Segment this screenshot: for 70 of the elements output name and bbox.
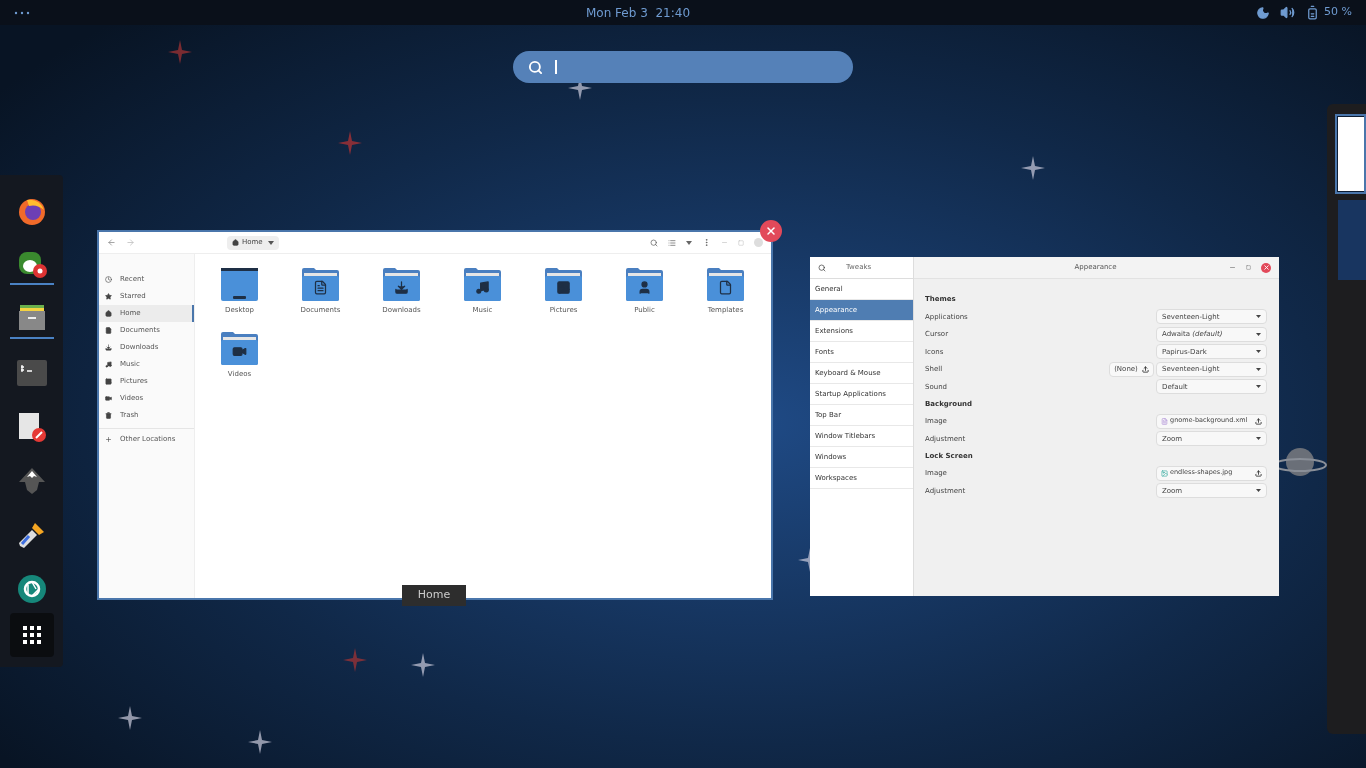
file-icon — [1161, 417, 1168, 425]
search-field[interactable] — [513, 51, 853, 83]
app-grid-icon — [21, 625, 42, 645]
pencil-document-icon — [16, 411, 47, 443]
activities-icon[interactable] — [14, 10, 30, 15]
plus-icon — [105, 436, 112, 443]
image-file-icon — [1161, 469, 1168, 477]
terminal-icon — [16, 360, 47, 386]
glyph-icon — [475, 280, 490, 295]
upload-icon — [1255, 469, 1262, 477]
glyph-icon — [637, 280, 652, 295]
glyph-icon — [556, 280, 571, 295]
upload-icon — [1255, 417, 1262, 425]
list-view-icon[interactable] — [668, 238, 676, 247]
menu-icon[interactable] — [702, 238, 711, 247]
close-icon — [1262, 264, 1270, 271]
download-icon — [105, 344, 112, 351]
star-icon — [343, 648, 367, 672]
trash-icon — [105, 412, 112, 419]
caret-icon — [1256, 315, 1261, 319]
search-icon[interactable] — [818, 263, 826, 272]
star-icon — [118, 706, 142, 730]
upload-icon — [1141, 365, 1149, 373]
battery-percentage[interactable]: 50 % — [1324, 4, 1352, 21]
eyedropper-icon — [16, 520, 47, 550]
caret-icon — [1256, 489, 1261, 493]
caret-icon — [1256, 350, 1261, 354]
star-icon — [411, 653, 435, 677]
image-icon — [105, 378, 112, 385]
caret-icon — [1256, 332, 1261, 336]
caret-icon — [1256, 437, 1261, 441]
file-cabinet-icon — [16, 303, 47, 333]
night-light-icon[interactable] — [1256, 5, 1271, 20]
glyph-icon — [313, 280, 328, 295]
music-icon — [105, 361, 112, 368]
glyph-icon — [394, 280, 409, 295]
aperture-icon — [16, 574, 47, 604]
caret-icon[interactable] — [686, 240, 692, 245]
clock[interactable]: Mon Feb 3 21:40 — [586, 3, 691, 22]
volume-icon[interactable] — [1280, 5, 1296, 20]
mountain-icon — [16, 466, 47, 496]
tweaks-window[interactable] — [810, 257, 1279, 596]
star-icon — [248, 730, 272, 754]
search-icon — [528, 59, 543, 75]
workspace-thumbnail[interactable] — [1338, 200, 1366, 280]
globe-icon — [16, 196, 47, 226]
home-icon — [105, 310, 112, 317]
search-icon[interactable] — [650, 238, 658, 247]
desktop-folder-icon — [221, 267, 258, 301]
window-caption: Home — [402, 585, 466, 606]
caret-icon — [267, 240, 274, 245]
foot-icon — [16, 249, 47, 279]
star-icon — [1021, 156, 1045, 180]
workspace-thumbnail[interactable] — [1335, 114, 1366, 194]
close-icon — [765, 225, 777, 237]
star-icon — [338, 131, 362, 155]
caret-icon — [1256, 367, 1261, 371]
video-icon — [105, 395, 112, 402]
show-apps-button[interactable] — [9, 613, 54, 657]
home-icon — [232, 239, 239, 246]
back-icon[interactable] — [107, 238, 116, 247]
star-icon — [168, 40, 192, 64]
minimize-icon[interactable] — [1229, 264, 1236, 271]
clock-icon — [105, 276, 112, 283]
document-icon — [105, 327, 112, 334]
caret-icon — [1256, 385, 1261, 389]
close-button[interactable] — [1261, 262, 1271, 273]
glyph-icon — [232, 344, 247, 359]
star-icon — [105, 293, 112, 300]
glyph-icon — [718, 280, 733, 295]
